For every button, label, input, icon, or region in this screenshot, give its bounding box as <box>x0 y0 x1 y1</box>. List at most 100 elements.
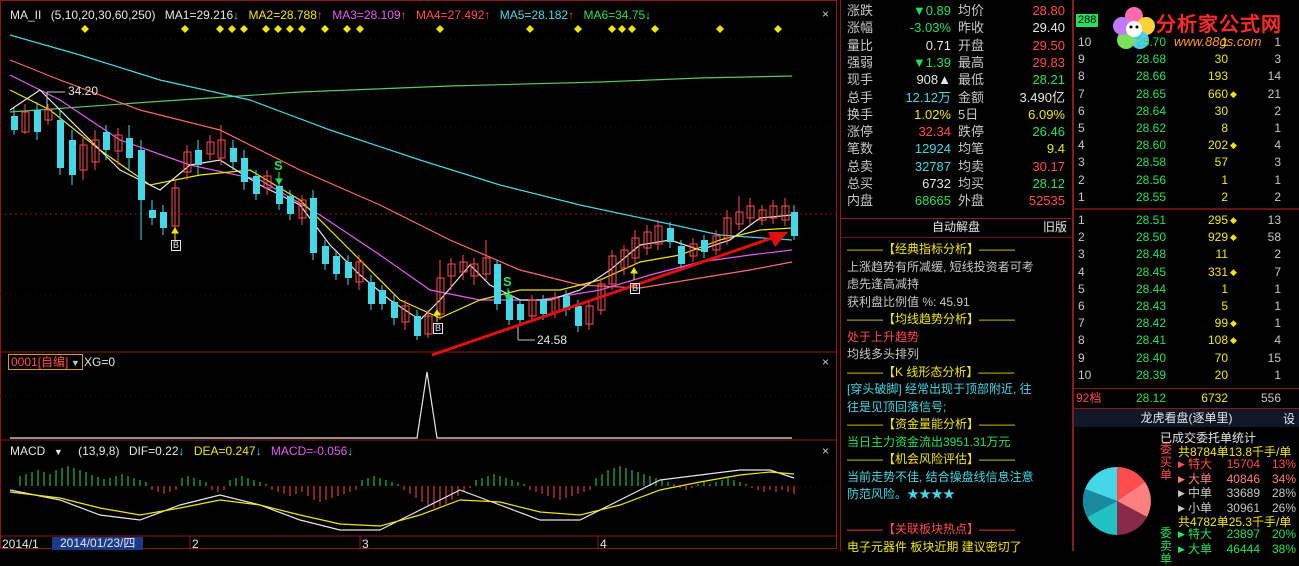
level-price: 28.56 <box>1135 172 1166 187</box>
sell-level-row[interactable]: 2 28.56 1 1 <box>1074 172 1299 189</box>
longhu-header[interactable]: 龙虎看盘(逐单里) <box>1074 409 1299 427</box>
level-number: 6 <box>1078 299 1085 313</box>
sell-level-row[interactable]: 4 28.60 202 ◆ 4 <box>1074 137 1299 154</box>
macd-value: MACD=-0.056 <box>270 444 348 458</box>
buy-level-row[interactable]: 5 28.44 1 1 <box>1074 281 1299 298</box>
sell-level-row[interactable]: 5 28.62 8 1 <box>1074 120 1299 137</box>
analysis-title: 自动解盘 <box>931 220 980 234</box>
order-size-volume: 46444 <box>1226 541 1260 556</box>
macd-indicator-name[interactable]: MACD ▼ <box>10 444 69 458</box>
longhu-settings-button[interactable]: 设 <box>1283 410 1295 427</box>
level-order-count: 1 <box>1274 172 1281 187</box>
buy-level-row[interactable]: 1 28.51 295 ◆ 13 <box>1074 212 1299 229</box>
quote-value: 26.46 <box>1032 124 1065 140</box>
level-price: 28.39 <box>1135 367 1166 382</box>
quote-label: 涨幅 <box>847 20 874 36</box>
analysis-line: 上涨趋势有所减缓, 短线投资者可考 <box>847 259 1034 274</box>
level-number: 5 <box>1078 281 1085 296</box>
order-size-label: 特大 <box>1188 527 1213 541</box>
level-number: 1 <box>1078 189 1085 204</box>
macd-params: (13,9,8) <box>78 444 120 458</box>
order-size-percent: 38% <box>1271 541 1296 556</box>
depth-level-count[interactable]: 92档 <box>1076 389 1101 407</box>
quote-value: ▼0.89 <box>912 3 951 18</box>
close-chart-icon[interactable]: × <box>822 8 834 20</box>
order-size-volume: 40846 <box>1226 471 1260 486</box>
quote-value: 29.83 <box>1032 54 1065 70</box>
level-order-count: 13 <box>1267 213 1281 227</box>
kline-chart-svg <box>0 0 838 550</box>
order-size-label: 中单 <box>1188 486 1213 500</box>
close-indicator-icon[interactable]: × <box>822 355 829 369</box>
quote-label: 强弱 <box>847 54 874 70</box>
footer-volume: 6732 <box>1201 391 1228 405</box>
sell-side-label: 委卖单 <box>1160 526 1173 566</box>
level-volume: 1 <box>1221 35 1228 49</box>
order-size-volume: 33689 <box>1226 486 1260 500</box>
order-size-label: 大单 <box>1188 471 1213 486</box>
quote-value: 68665 <box>914 193 951 209</box>
sell-level-row[interactable]: 1 28.55 2 2 <box>1074 189 1299 206</box>
buy-level-row[interactable]: 6 28.43 5 1 <box>1074 298 1299 315</box>
level-price: 28.40 <box>1135 350 1166 365</box>
level-number: 4 <box>1078 264 1085 279</box>
level-number: 8 <box>1078 69 1085 84</box>
quote-value: 28.12 <box>1032 176 1065 191</box>
logo-title: 分析家公式网 <box>1156 14 1282 36</box>
indicator-selector[interactable]: 0001[自编] ▼ <box>8 354 83 370</box>
buy-level-row[interactable]: 8 28.41 108 ◆ 4 <box>1074 332 1299 349</box>
quote-value: 32787 <box>914 158 951 174</box>
ma4-value: MA4=27.492 <box>415 8 485 22</box>
buy-level-row[interactable]: 3 28.48 11 2 <box>1074 246 1299 263</box>
analysis-line: 获利盘比例值 %: 45.91 <box>847 294 970 309</box>
kline-chart-panel[interactable]: MA_II (5,10,20,30,60,250) MA1=29.216↓ MA… <box>0 0 838 551</box>
buy-side-label: 委买单 <box>1160 442 1173 482</box>
order-size-percent: 20% <box>1271 527 1296 541</box>
ma-indicator-name[interactable]: MA_II <box>10 8 41 22</box>
buy-level-row[interactable]: 4 28.45 331 ◆ 7 <box>1074 264 1299 281</box>
sell-level-row[interactable]: 9 28.68 30 3 <box>1074 51 1299 68</box>
analysis-line: 当日主力资金流出3951.31万元 <box>847 434 1011 449</box>
level-price: 28.58 <box>1135 155 1166 170</box>
indicator-selector-label: 0001[自编] <box>11 355 69 369</box>
quote-label: 昨收 <box>958 20 985 36</box>
quote-label: 现手 <box>847 72 874 88</box>
level-order-count: 2 <box>1274 103 1281 118</box>
close-macd-icon[interactable]: × <box>822 444 829 458</box>
level-price: 28.70 <box>1135 35 1166 49</box>
sell-level-row[interactable]: 10 28.70 1 1 <box>1074 34 1299 51</box>
sell-level-row[interactable]: 7 28.65 660 ◆ 21 <box>1074 86 1299 103</box>
longhu-mode[interactable]: (逐单里) <box>1189 411 1233 425</box>
quote-label: 总卖 <box>847 158 874 174</box>
sell-level-row[interactable]: 8 28.66 193 14 <box>1074 68 1299 85</box>
candlesticks <box>11 102 798 340</box>
old-version-button[interactable]: 旧版 <box>1043 219 1067 236</box>
analysis-line: ———【均线趋势分析】——— <box>847 312 1016 326</box>
quote-label: 笔数 <box>847 141 874 157</box>
sell-level-row[interactable]: 6 28.64 30 2 <box>1074 103 1299 120</box>
level-volume: 57 <box>1214 155 1228 170</box>
level-number: 9 <box>1078 350 1085 365</box>
bullet-icon: ▶ <box>1178 473 1185 484</box>
sell-level-row[interactable]: 3 28.58 57 3 <box>1074 154 1299 171</box>
level-order-count: 1 <box>1274 299 1281 313</box>
quote-label: 量比 <box>847 37 874 53</box>
buy-signal-b: B <box>630 283 641 294</box>
ma3-value: MA3=28.109 <box>332 8 401 22</box>
level-volume: 8 <box>1221 121 1228 135</box>
buy-level-row[interactable]: 2 28.50 929 ◆ 58 <box>1074 229 1299 246</box>
level-order-count: 15 <box>1267 350 1281 365</box>
quote-label: 总买 <box>847 176 874 191</box>
order-size-row: ▶ 特大 15704 13% <box>1178 457 1298 471</box>
ma2-value: MA2=28.788 <box>248 8 317 22</box>
buy-level-row[interactable]: 10 28.39 20 1 <box>1074 367 1299 384</box>
level-volume: 1 <box>1221 281 1228 296</box>
buy-level-row[interactable]: 9 28.40 70 15 <box>1074 350 1299 367</box>
level-volume: 99 <box>1214 316 1228 331</box>
level-price: 28.48 <box>1135 247 1166 262</box>
high-price-label: 34.20 <box>68 84 99 98</box>
buy-level-row[interactable]: 7 28.42 99 ◆ 1 <box>1074 315 1299 332</box>
order-size-row: ▶ 特大 23897 20% <box>1178 527 1298 541</box>
quote-label: 跌停 <box>958 124 985 140</box>
level-number: 4 <box>1078 138 1085 153</box>
